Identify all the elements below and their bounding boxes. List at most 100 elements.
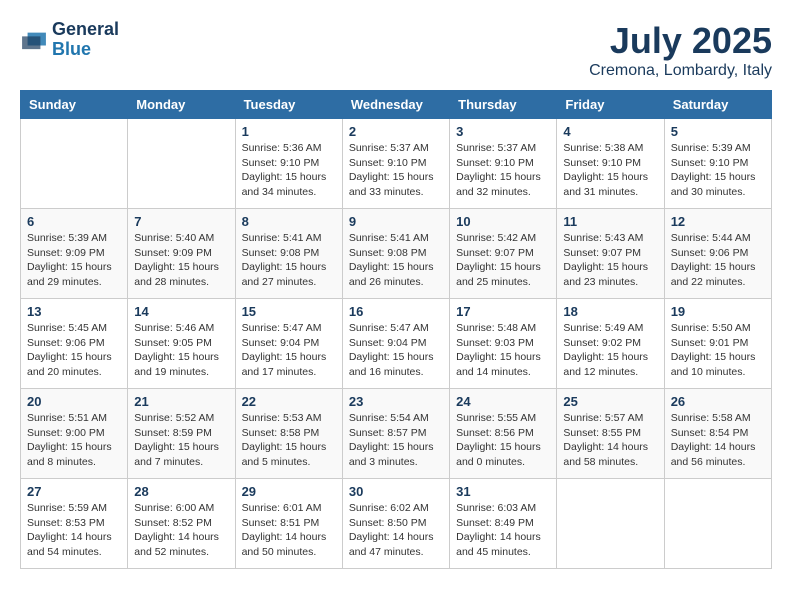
calendar-cell: 26 Sunrise: 5:58 AM Sunset: 8:54 PM Dayli… (664, 389, 771, 479)
calendar-cell: 22Sunrise: 5:53 AM Sunset: 8:58 PM Dayli… (235, 389, 342, 479)
day-number: 12 (671, 214, 765, 229)
calendar-cell: 21Sunrise: 5:52 AM Sunset: 8:59 PM Dayli… (128, 389, 235, 479)
calendar-cell: 1Sunrise: 5:36 AM Sunset: 9:10 PM Daylig… (235, 119, 342, 209)
calendar-week-row: 1Sunrise: 5:36 AM Sunset: 9:10 PM Daylig… (21, 119, 772, 209)
day-number: 9 (349, 214, 443, 229)
day-number: 30 (349, 484, 443, 499)
cell-info: Sunrise: 5:46 AM Sunset: 9:05 PM Dayligh… (134, 321, 228, 380)
calendar-cell: 30 Sunrise: 6:02 AM Sunset: 8:50 PM Dayli… (342, 479, 449, 569)
cell-info: Sunrise: 5:48 AM Sunset: 9:03 PM Dayligh… (456, 321, 550, 380)
calendar-cell: 11 Sunrise: 5:43 AM Sunset: 9:07 PM Dayli… (557, 209, 664, 299)
day-number: 31 (456, 484, 550, 499)
cell-info: Sunrise: 5:39 AM Sunset: 9:10 PM Dayligh… (671, 141, 765, 200)
day-number: 21 (134, 394, 228, 409)
cell-info: Sunrise: 6:01 AM Sunset: 8:51 PM Dayligh… (242, 501, 336, 560)
cell-info: Sunrise: 5:59 AM Sunset: 8:53 PM Dayligh… (27, 501, 121, 560)
day-number: 28 (134, 484, 228, 499)
calendar-cell: 5 Sunrise: 5:39 AM Sunset: 9:10 PM Daylig… (664, 119, 771, 209)
calendar-cell: 13 Sunrise: 5:45 AM Sunset: 9:06 PM Dayli… (21, 299, 128, 389)
calendar-cell: 8Sunrise: 5:41 AM Sunset: 9:08 PM Daylig… (235, 209, 342, 299)
weekday-header: Saturday (664, 91, 771, 119)
calendar-cell (557, 479, 664, 569)
cell-info: Sunrise: 5:37 AM Sunset: 9:10 PM Dayligh… (349, 141, 443, 200)
calendar-cell: 12 Sunrise: 5:44 AM Sunset: 9:06 PM Dayli… (664, 209, 771, 299)
calendar-cell: 27 Sunrise: 5:59 AM Sunset: 8:53 PM Dayli… (21, 479, 128, 569)
calendar-cell: 23Sunrise: 5:54 AM Sunset: 8:57 PM Dayli… (342, 389, 449, 479)
cell-info: Sunrise: 5:39 AM Sunset: 9:09 PM Dayligh… (27, 231, 121, 290)
calendar-cell: 2 Sunrise: 5:37 AM Sunset: 9:10 PM Daylig… (342, 119, 449, 209)
calendar-cell: 4 Sunrise: 5:38 AM Sunset: 9:10 PM Daylig… (557, 119, 664, 209)
cell-info: Sunrise: 5:53 AM Sunset: 8:58 PM Dayligh… (242, 411, 336, 470)
calendar-week-row: 6 Sunrise: 5:39 AM Sunset: 9:09 PM Daylig… (21, 209, 772, 299)
cell-info: Sunrise: 5:58 AM Sunset: 8:54 PM Dayligh… (671, 411, 765, 470)
day-number: 14 (134, 304, 228, 319)
calendar-cell: 7 Sunrise: 5:40 AM Sunset: 9:09 PM Daylig… (128, 209, 235, 299)
page-header: General Blue July 2025 Cremona, Lombardy… (20, 20, 772, 80)
month-title: July 2025 (589, 20, 772, 62)
cell-info: Sunrise: 5:43 AM Sunset: 9:07 PM Dayligh… (563, 231, 657, 290)
calendar-cell: 20 Sunrise: 5:51 AM Sunset: 9:00 PM Dayli… (21, 389, 128, 479)
day-number: 7 (134, 214, 228, 229)
cell-info: Sunrise: 6:02 AM Sunset: 8:50 PM Dayligh… (349, 501, 443, 560)
calendar-cell (128, 119, 235, 209)
day-number: 20 (27, 394, 121, 409)
calendar-cell: 19 Sunrise: 5:50 AM Sunset: 9:01 PM Dayli… (664, 299, 771, 389)
day-number: 11 (563, 214, 657, 229)
calendar-cell: 28Sunrise: 6:00 AM Sunset: 8:52 PM Dayli… (128, 479, 235, 569)
calendar-cell: 9 Sunrise: 5:41 AM Sunset: 9:08 PM Daylig… (342, 209, 449, 299)
day-number: 16 (349, 304, 443, 319)
day-number: 24 (456, 394, 550, 409)
calendar-cell (664, 479, 771, 569)
calendar-cell: 15Sunrise: 5:47 AM Sunset: 9:04 PM Dayli… (235, 299, 342, 389)
calendar-cell (21, 119, 128, 209)
cell-info: Sunrise: 5:47 AM Sunset: 9:04 PM Dayligh… (349, 321, 443, 380)
cell-info: Sunrise: 5:36 AM Sunset: 9:10 PM Dayligh… (242, 141, 336, 200)
cell-info: Sunrise: 5:50 AM Sunset: 9:01 PM Dayligh… (671, 321, 765, 380)
cell-info: Sunrise: 5:40 AM Sunset: 9:09 PM Dayligh… (134, 231, 228, 290)
day-number: 29 (242, 484, 336, 499)
day-number: 26 (671, 394, 765, 409)
day-number: 2 (349, 124, 443, 139)
location: Cremona, Lombardy, Italy (589, 62, 772, 80)
day-number: 25 (563, 394, 657, 409)
day-number: 17 (456, 304, 550, 319)
cell-info: Sunrise: 5:38 AM Sunset: 9:10 PM Dayligh… (563, 141, 657, 200)
day-number: 18 (563, 304, 657, 319)
header-row: SundayMondayTuesdayWednesdayThursdayFrid… (21, 91, 772, 119)
title-block: July 2025 Cremona, Lombardy, Italy (589, 20, 772, 80)
calendar-cell: 25 Sunrise: 5:57 AM Sunset: 8:55 PM Dayli… (557, 389, 664, 479)
cell-info: Sunrise: 5:54 AM Sunset: 8:57 PM Dayligh… (349, 411, 443, 470)
calendar-table: SundayMondayTuesdayWednesdayThursdayFrid… (20, 90, 772, 569)
cell-info: Sunrise: 5:55 AM Sunset: 8:56 PM Dayligh… (456, 411, 550, 470)
calendar-cell: 31 Sunrise: 6:03 AM Sunset: 8:49 PM Dayli… (450, 479, 557, 569)
cell-info: Sunrise: 5:41 AM Sunset: 9:08 PM Dayligh… (349, 231, 443, 290)
weekday-header: Thursday (450, 91, 557, 119)
day-number: 10 (456, 214, 550, 229)
cell-info: Sunrise: 5:37 AM Sunset: 9:10 PM Dayligh… (456, 141, 550, 200)
day-number: 4 (563, 124, 657, 139)
cell-info: Sunrise: 6:03 AM Sunset: 8:49 PM Dayligh… (456, 501, 550, 560)
weekday-header: Sunday (21, 91, 128, 119)
calendar-cell: 10Sunrise: 5:42 AM Sunset: 9:07 PM Dayli… (450, 209, 557, 299)
cell-info: Sunrise: 5:57 AM Sunset: 8:55 PM Dayligh… (563, 411, 657, 470)
calendar-week-row: 20 Sunrise: 5:51 AM Sunset: 9:00 PM Dayli… (21, 389, 772, 479)
calendar-cell: 16 Sunrise: 5:47 AM Sunset: 9:04 PM Dayli… (342, 299, 449, 389)
day-number: 5 (671, 124, 765, 139)
day-number: 19 (671, 304, 765, 319)
day-number: 3 (456, 124, 550, 139)
logo-icon (20, 29, 48, 51)
cell-info: Sunrise: 5:47 AM Sunset: 9:04 PM Dayligh… (242, 321, 336, 380)
day-number: 6 (27, 214, 121, 229)
day-number: 13 (27, 304, 121, 319)
cell-info: Sunrise: 5:45 AM Sunset: 9:06 PM Dayligh… (27, 321, 121, 380)
calendar-cell: 14 Sunrise: 5:46 AM Sunset: 9:05 PM Dayli… (128, 299, 235, 389)
day-number: 27 (27, 484, 121, 499)
day-number: 8 (242, 214, 336, 229)
calendar-cell: 18 Sunrise: 5:49 AM Sunset: 9:02 PM Dayli… (557, 299, 664, 389)
weekday-header: Tuesday (235, 91, 342, 119)
weekday-header: Wednesday (342, 91, 449, 119)
cell-info: Sunrise: 5:49 AM Sunset: 9:02 PM Dayligh… (563, 321, 657, 380)
cell-info: Sunrise: 5:51 AM Sunset: 9:00 PM Dayligh… (27, 411, 121, 470)
calendar-week-row: 27 Sunrise: 5:59 AM Sunset: 8:53 PM Dayli… (21, 479, 772, 569)
cell-info: Sunrise: 5:44 AM Sunset: 9:06 PM Dayligh… (671, 231, 765, 290)
